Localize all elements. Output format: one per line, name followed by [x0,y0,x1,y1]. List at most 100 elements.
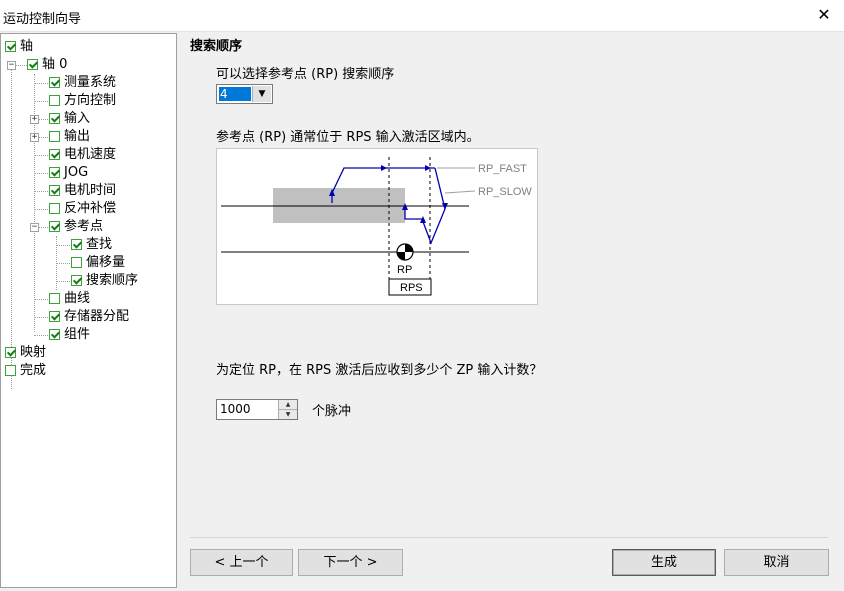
arrow-right-icon [381,165,387,171]
pulse-count-value: 1000 [220,402,251,416]
tree-item-direction[interactable]: 方向控制 [49,92,116,110]
tree-line [34,173,48,174]
unchecked-icon [5,365,16,376]
unchecked-icon [49,95,60,106]
checked-icon [49,185,60,196]
chevron-down-icon[interactable]: ▼ [252,86,271,102]
checked-icon [27,59,38,70]
checked-icon [71,239,82,250]
search-order-value: 4 [219,87,251,101]
tree-item-motor-time[interactable]: 电机时间 [49,182,116,200]
tree-line [34,74,35,332]
tree-item-find[interactable]: 查找 [71,236,112,254]
tree-item-ref-point[interactable]: 参考点 [49,218,103,236]
search-order-diagram: RP_FAST RP_SLOW RP RPS [216,148,538,305]
window-title: 运动控制向导 [3,12,82,27]
cancel-button[interactable]: 取消 [724,549,829,576]
checked-icon [5,347,16,358]
unchecked-icon [49,203,60,214]
rp-slow-label: RP_SLOW [478,186,532,198]
tree-item-jog[interactable]: JOG [49,164,88,182]
tree-line [34,191,48,192]
tree-line [34,83,48,84]
tree-item-backlash[interactable]: 反冲补偿 [49,200,116,218]
spin-up-icon[interactable]: ▲ [279,400,297,410]
expand-icon[interactable]: + [30,133,39,142]
tree-item-label: 方向控制 [64,93,117,108]
tree-line [38,227,48,228]
button-separator [190,537,828,538]
rp-target-icon-quadrant [405,244,413,252]
tree-item-label: 电机时间 [64,183,117,198]
unchecked-icon [71,257,82,268]
tree-item-mapping[interactable]: 映射 [5,344,46,362]
next-button[interactable]: 下一个 > [298,549,403,576]
unchecked-icon [49,131,60,142]
pulse-question: 为定位 RP，在 RPS 激活后应收到多少个 ZP 输入计数？ [216,363,543,378]
checked-icon [49,149,60,160]
prev-button[interactable]: < 上一个 [190,549,293,576]
tree-item-measure[interactable]: 测量系统 [49,74,116,92]
tree-item-axis0[interactable]: 轴 0 [27,56,67,74]
tree-item-label: 搜索顺序 [86,273,139,288]
pulse-count-stepper[interactable]: 1000 ▲ ▼ [216,399,298,420]
tree-item-curve[interactable]: 曲线 [49,290,90,308]
stepper-buttons[interactable]: ▲ ▼ [278,400,297,419]
tree-item-label: 电机速度 [64,147,117,162]
checked-icon [49,77,60,88]
tree-line [38,119,48,120]
rp-label: RP [397,264,412,276]
tree-line [15,65,27,66]
tree-line [56,245,70,246]
tree-item-search-order[interactable]: 搜索顺序 [71,272,138,290]
diagram-svg: RP_FAST RP_SLOW RP RPS [221,157,532,296]
checked-icon [49,167,60,178]
rps-label: RPS [400,282,423,294]
checked-icon [49,329,60,340]
tree-item-label: 输入 [64,111,91,126]
tree-item-label: 参考点 [64,219,104,234]
collapse-icon[interactable]: − [30,223,39,232]
tree-item-label: 查找 [86,237,113,252]
checked-icon [49,311,60,322]
tree-item-offset[interactable]: 偏移量 [71,254,125,272]
tree-item-label: 轴 [20,39,34,54]
search-order-select[interactable]: 4 ▼ [216,84,273,104]
diagram-caption: 参考点 (RP) 通常位于 RPS 输入激活区域内。 [216,130,480,145]
checked-icon [49,221,60,232]
page-title: 搜索顺序 [190,39,243,54]
rp-target-icon-quadrant [397,252,405,260]
tree-item-motor-speed[interactable]: 电机速度 [49,146,116,164]
collapse-icon[interactable]: − [7,61,16,70]
tree-item-output[interactable]: 输出 [49,128,90,146]
title-bar: 运动控制向导 ✕ [0,0,844,32]
tree-line [34,209,48,210]
tree-line [56,281,70,282]
rp-fast-label: RP_FAST [478,163,527,175]
tree-line [34,317,48,318]
checked-icon [5,41,16,52]
tree-item-label: 组件 [64,327,91,342]
tree-line [38,137,48,138]
tree-item-done[interactable]: 完成 [5,362,46,380]
tree-item-label: 测量系统 [64,75,117,90]
tree-line [34,335,48,336]
rp-slow-leader [444,190,476,194]
pulse-unit-label: 个脉冲 [312,404,352,419]
tree-item-axis[interactable]: 轴 [5,38,33,56]
tree-line [34,155,48,156]
tree-item-label: JOG [64,165,89,180]
close-icon[interactable]: ✕ [814,5,834,25]
tree-item-label: 输出 [64,129,91,144]
checked-icon [49,113,60,124]
generate-button[interactable]: 生成 [612,549,716,576]
tree-item-component[interactable]: 组件 [49,326,90,344]
spin-down-icon[interactable]: ▼ [279,410,297,419]
expand-icon[interactable]: + [30,115,39,124]
wizard-tree[interactable]: − + + − 轴 轴 0 测量系统 方向控制 输入 输出 电机速度 JOG 电… [0,33,177,588]
tree-item-input[interactable]: 输入 [49,110,90,128]
tree-line [34,299,48,300]
tree-item-memory[interactable]: 存储器分配 [49,308,129,326]
tree-item-label: 轴 0 [42,57,68,72]
tree-item-label: 完成 [20,363,47,378]
